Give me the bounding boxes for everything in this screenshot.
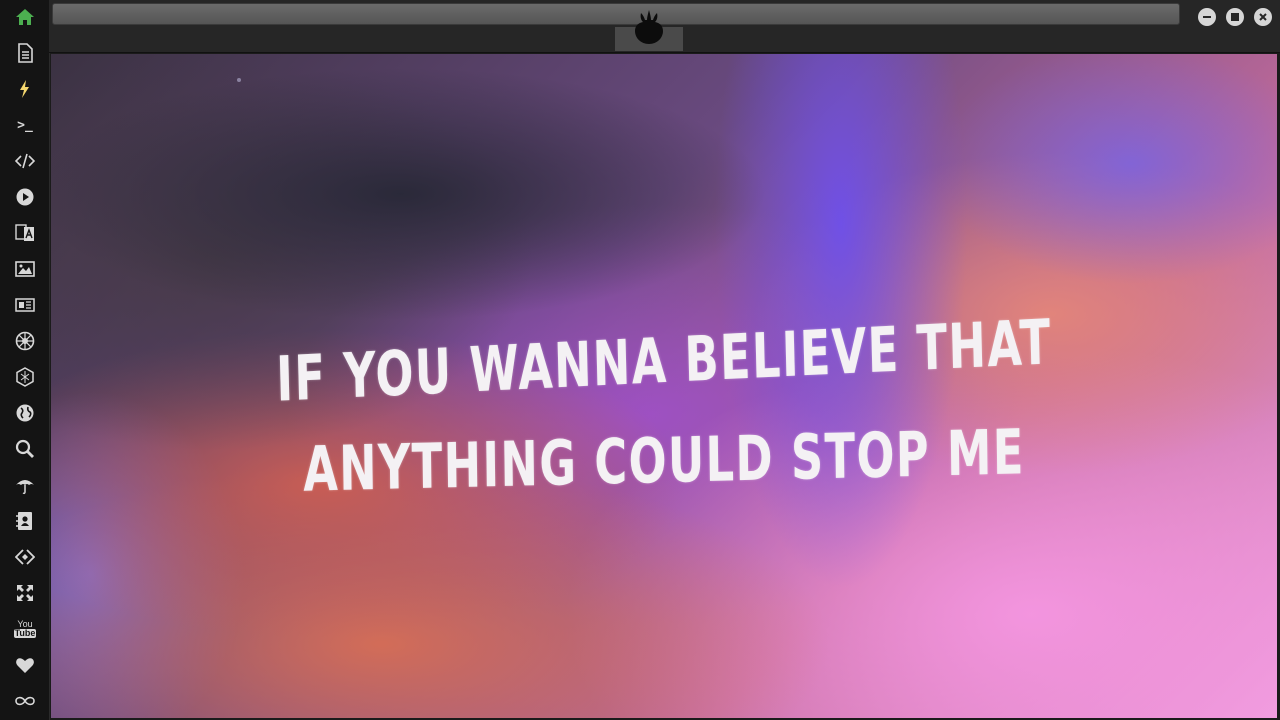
close-icon bbox=[1259, 13, 1267, 21]
sidebar-item-document[interactable] bbox=[10, 38, 40, 68]
heart-icon bbox=[16, 658, 34, 673]
sidebar-item-youtube[interactable]: You Tube bbox=[10, 614, 40, 644]
sidebar-item-umbrella[interactable] bbox=[10, 470, 40, 500]
sidebar-item-code[interactable] bbox=[10, 146, 40, 176]
sidebar-item-search[interactable] bbox=[10, 434, 40, 464]
youtube-icon: You Tube bbox=[13, 620, 37, 638]
sidebar-item-expand[interactable] bbox=[10, 578, 40, 608]
sidebar-item-empire[interactable] bbox=[10, 326, 40, 356]
sidebar-item-contacts[interactable] bbox=[10, 506, 40, 536]
rebel-alliance-logo-icon bbox=[635, 10, 663, 44]
sidebar-item-infinity[interactable] bbox=[10, 686, 40, 716]
infinity-icon bbox=[15, 696, 35, 706]
document-icon bbox=[18, 43, 33, 63]
hexagon-icon bbox=[16, 367, 34, 387]
maximize-button[interactable] bbox=[1226, 8, 1244, 26]
sidebar-item-code-diamond[interactable] bbox=[10, 542, 40, 572]
title-bar bbox=[49, 0, 1280, 53]
galactic-empire-icon bbox=[15, 331, 35, 351]
terminal-icon: >_ bbox=[17, 117, 33, 133]
lightning-icon bbox=[20, 80, 29, 98]
address-bar[interactable] bbox=[52, 3, 1180, 25]
close-button[interactable] bbox=[1254, 8, 1272, 26]
search-icon bbox=[15, 439, 34, 458]
sky-speck bbox=[237, 78, 241, 82]
sidebar-item-translate[interactable] bbox=[10, 218, 40, 248]
lyric-line-1: IF YOU WANNA BELIEVE THAT bbox=[275, 305, 1053, 416]
expand-icon bbox=[17, 585, 33, 601]
minimize-button[interactable] bbox=[1198, 8, 1216, 26]
sidebar-item-heart[interactable] bbox=[10, 650, 40, 680]
video-frame[interactable]: IF YOU WANNA BELIEVE THAT ANYTHING COULD… bbox=[51, 54, 1277, 718]
image-icon bbox=[15, 261, 35, 277]
youtube-label-bottom: Tube bbox=[13, 628, 37, 638]
sidebar-item-terminal[interactable]: >_ bbox=[10, 110, 40, 140]
sidebar-item-lightning[interactable] bbox=[10, 74, 40, 104]
sidebar-item-play[interactable] bbox=[10, 182, 40, 212]
home-icon bbox=[16, 9, 34, 25]
sidebar-item-globe[interactable] bbox=[10, 398, 40, 428]
code-diamond-icon bbox=[15, 549, 35, 565]
sidebar-item-hexagon[interactable] bbox=[10, 362, 40, 392]
sidebar-item-newspaper[interactable] bbox=[10, 290, 40, 320]
minimize-icon bbox=[1203, 16, 1211, 18]
sidebar-item-image[interactable] bbox=[10, 254, 40, 284]
umbrella-icon bbox=[16, 480, 34, 495]
code-icon bbox=[15, 153, 35, 169]
sidebar-item-home[interactable] bbox=[10, 2, 40, 32]
translate-icon bbox=[15, 224, 34, 241]
contacts-icon bbox=[16, 512, 32, 530]
sidebar: >_ You Tube bbox=[0, 0, 50, 720]
maximize-icon bbox=[1231, 13, 1239, 21]
newspaper-icon bbox=[15, 298, 35, 312]
globe-icon bbox=[16, 404, 34, 422]
play-icon bbox=[16, 188, 34, 206]
lyric-line-2: ANYTHING COULD STOP ME bbox=[302, 415, 1026, 506]
